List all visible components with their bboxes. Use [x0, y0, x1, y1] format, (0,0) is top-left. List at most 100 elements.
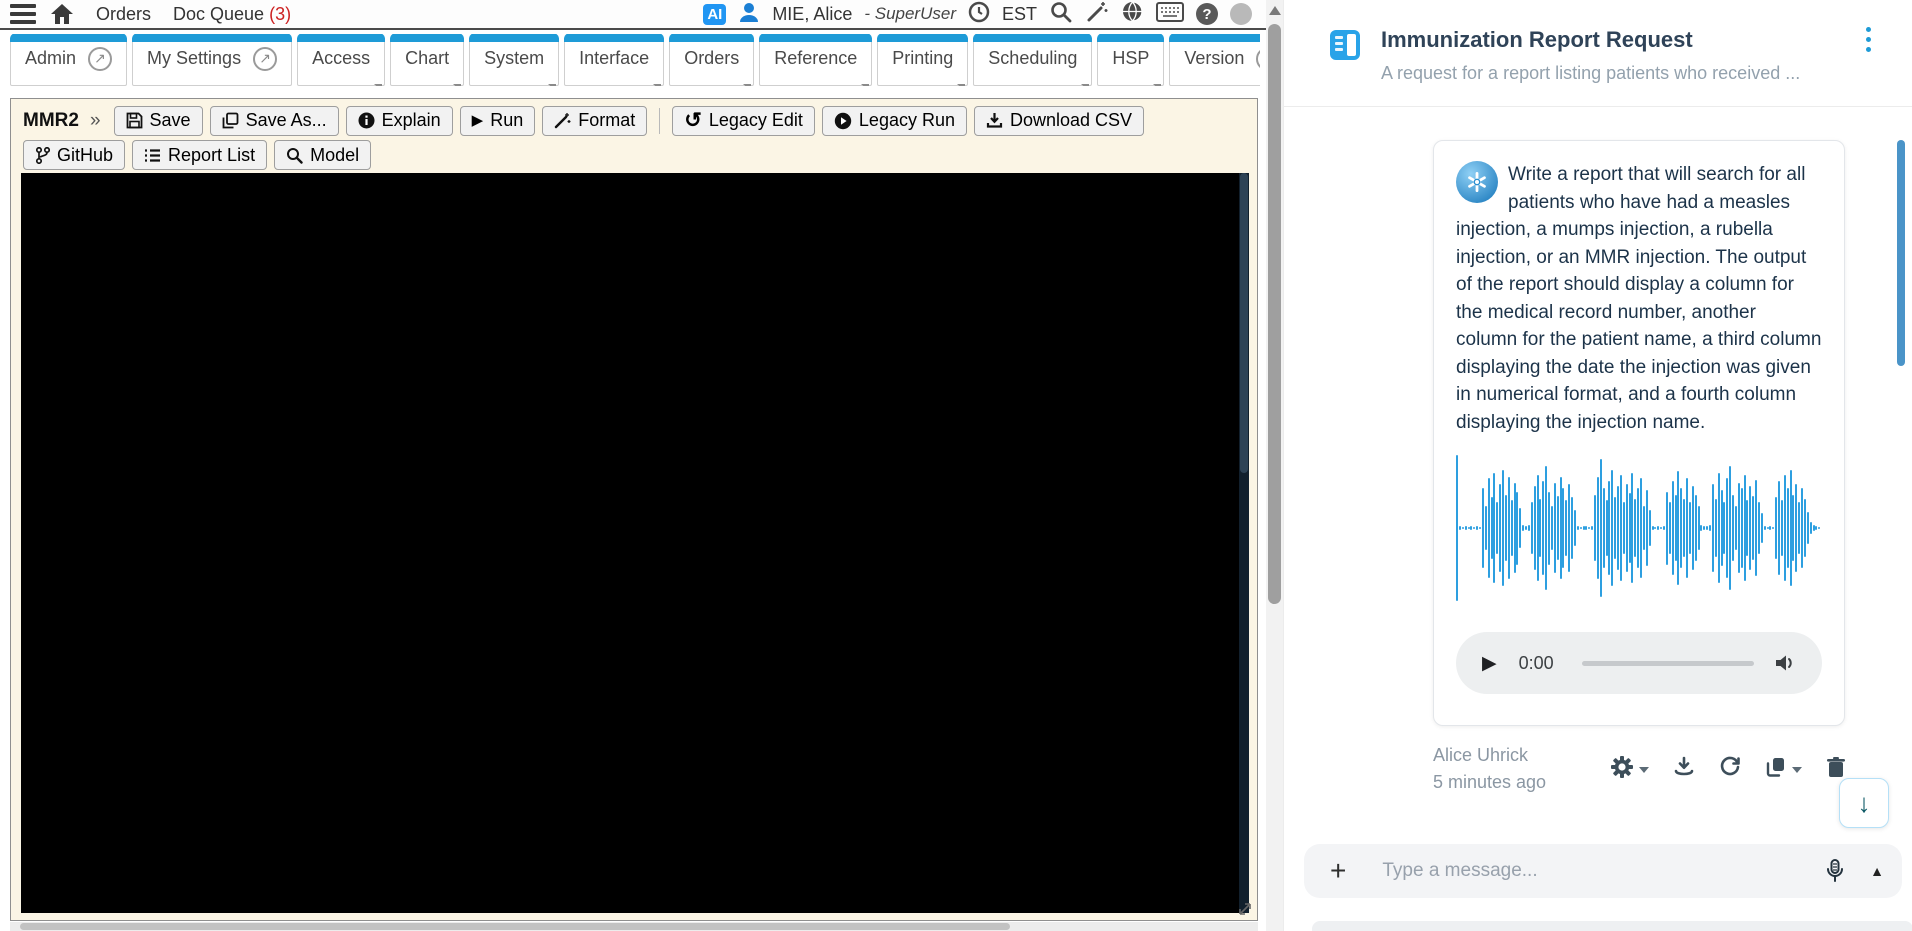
chat-title: Immunization Report Request: [1381, 27, 1693, 52]
globe-icon[interactable]: [1121, 0, 1144, 28]
microphone-icon[interactable]: [1826, 859, 1844, 883]
toolbar-divider: [659, 107, 661, 134]
tab-label: Admin: [25, 48, 77, 68]
tab-label: System: [484, 48, 545, 68]
save-as-icon: [222, 112, 239, 129]
undo-icon: ↺: [684, 109, 702, 132]
download-icon: [986, 112, 1003, 129]
horizontal-scrollbar[interactable]: [10, 922, 1258, 931]
wand-icon: [554, 112, 571, 129]
main-scrollbar-thumb[interactable]: [1268, 24, 1281, 604]
wand-icon[interactable]: [1085, 0, 1109, 29]
tab-my-settings[interactable]: My Settings ↗: [132, 34, 293, 86]
report-list-button[interactable]: Report List: [132, 140, 268, 170]
external-link-icon[interactable]: ↗: [253, 46, 278, 71]
model-button[interactable]: Model: [274, 140, 372, 170]
message-timestamp: 5 minutes ago: [1433, 772, 1547, 792]
download-message-button[interactable]: [1673, 756, 1695, 783]
user-icon: [738, 1, 760, 28]
panel-icon[interactable]: [1330, 30, 1360, 60]
home-icon[interactable]: [50, 3, 74, 25]
info-icon: [358, 112, 375, 129]
tab-label: Access: [312, 48, 371, 68]
git-branch-icon: [35, 146, 50, 164]
tab-accent-bar: [132, 34, 293, 42]
tab-orders[interactable]: Orders: [669, 34, 755, 86]
legacy-run-button[interactable]: Legacy Run: [821, 105, 967, 136]
hamburger-icon[interactable]: [10, 4, 36, 24]
tab-chart[interactable]: Chart: [390, 34, 465, 86]
play-button[interactable]: ▶: [1482, 654, 1497, 673]
external-link-icon[interactable]: ↗: [88, 46, 113, 71]
tab-hsp[interactable]: HSP: [1097, 34, 1165, 86]
message-author: Alice Uhrick: [1433, 745, 1529, 765]
toolbar-row-1: MMR2 » Save Save As... Explain ▶ Run For…: [11, 99, 1257, 136]
audio-waveform: [1456, 454, 1822, 602]
report-editor-panel: MMR2 » Save Save As... Explain ▶ Run For…: [10, 98, 1258, 921]
download-csv-button[interactable]: Download CSV: [974, 105, 1145, 136]
chat-input-bar: + ▲: [1304, 844, 1902, 898]
tab-system[interactable]: System: [469, 34, 560, 86]
tab-admin[interactable]: Admin ↗: [10, 34, 128, 86]
ai-badge[interactable]: AI: [703, 3, 727, 25]
chat-header: Immunization Report Request A request fo…: [1284, 0, 1912, 107]
scrollbar-up-arrow[interactable]: [1269, 6, 1281, 15]
search-icon[interactable]: [1049, 0, 1073, 29]
tab-version[interactable]: Version ↗: [1169, 34, 1260, 86]
message-input[interactable]: [1382, 860, 1827, 882]
chevron-down-icon: [1639, 766, 1649, 773]
keyboard-icon[interactable]: [1156, 1, 1184, 27]
explain-button[interactable]: Explain: [345, 105, 453, 136]
doc-queue-link[interactable]: Doc Queue (3): [173, 4, 291, 25]
audio-player: ▶ 0:00: [1456, 632, 1822, 694]
copy-dropdown[interactable]: [1765, 756, 1802, 783]
chevron-down-icon: [1792, 766, 1802, 773]
save-as-button[interactable]: Save As...: [209, 105, 339, 136]
tab-printing[interactable]: Printing: [877, 34, 969, 86]
tab-label: Version: [1184, 48, 1245, 68]
settings-dropdown[interactable]: [1610, 755, 1649, 784]
chat-scrollbar-thumb[interactable]: [1897, 140, 1905, 366]
collapse-input-caret[interactable]: ▲: [1870, 863, 1884, 879]
tab-label: Scheduling: [988, 48, 1078, 68]
scroll-to-bottom-button[interactable]: ↓: [1839, 778, 1889, 828]
avatar-circle[interactable]: [1230, 3, 1252, 25]
add-attachment-button[interactable]: +: [1330, 857, 1346, 885]
save-button[interactable]: Save: [113, 105, 203, 136]
toolbar-row-2: GitHub Report List Model: [11, 136, 1257, 170]
tab-label: Chart: [405, 48, 450, 68]
admin-tab-bar: Admin ↗ My Settings ↗ Access Chart System Inter…: [10, 34, 1260, 86]
tab-scheduling[interactable]: Scheduling: [973, 34, 1093, 86]
run-button[interactable]: ▶ Run: [459, 105, 536, 136]
format-button[interactable]: Format: [542, 105, 648, 136]
clock-icon[interactable]: [968, 1, 990, 28]
kebab-menu-icon[interactable]: [1866, 27, 1871, 52]
timezone-label: EST: [1001, 3, 1037, 24]
audio-seek-bar[interactable]: [1581, 660, 1754, 666]
regenerate-button[interactable]: [1719, 756, 1741, 783]
legacy-edit-button[interactable]: ↺ Legacy Edit: [672, 105, 815, 136]
volume-icon[interactable]: [1774, 653, 1796, 673]
tab-label: Printing: [892, 48, 954, 68]
orders-link[interactable]: Orders: [96, 4, 151, 25]
main-vertical-scrollbar[interactable]: [1266, 0, 1283, 931]
tab-interface[interactable]: Interface: [564, 34, 665, 86]
sql-editor-area[interactable]: [21, 173, 1239, 913]
resize-grip-icon[interactable]: [1237, 901, 1253, 917]
help-icon[interactable]: ?: [1196, 3, 1218, 25]
tab-access[interactable]: Access: [297, 34, 386, 86]
save-icon: [126, 112, 143, 129]
tab-reference[interactable]: Reference: [759, 34, 873, 86]
user-role: - SuperUser: [864, 4, 956, 23]
tab-label: Reference: [774, 48, 858, 68]
editor-scrollbar[interactable]: [1239, 173, 1249, 913]
report-name-chevron[interactable]: »: [90, 110, 101, 132]
github-button[interactable]: GitHub: [23, 140, 126, 170]
editor-scrollbar-thumb[interactable]: [1240, 173, 1248, 473]
user-name[interactable]: MIE, Alice: [772, 4, 852, 25]
message-meta: Alice Uhrick 5 minutes ago: [1433, 742, 1546, 796]
horizontal-scrollbar-thumb[interactable]: [20, 923, 1010, 930]
list-icon: [144, 148, 161, 163]
external-link-icon[interactable]: ↗: [1256, 46, 1260, 71]
footer-strip: [1312, 921, 1912, 931]
